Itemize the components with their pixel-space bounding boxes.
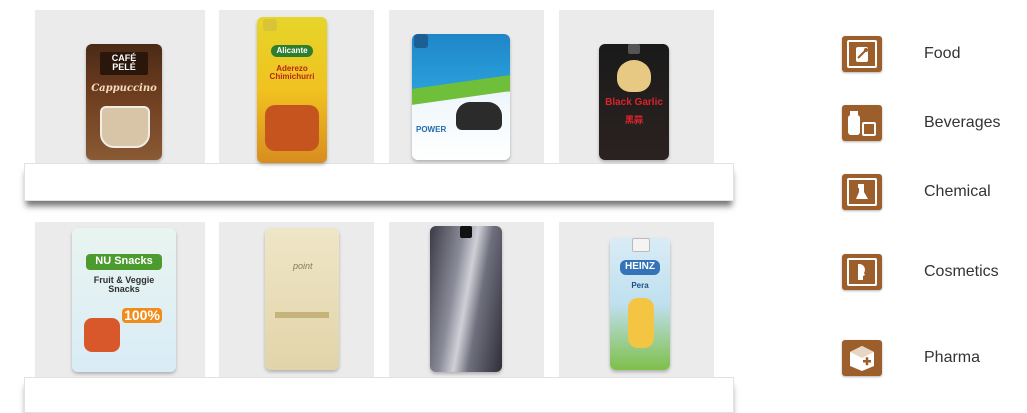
category-item-pharma[interactable]: Pharma <box>842 340 1027 376</box>
product-heinz-baby-pouch[interactable]: HEINZ Pera <box>610 238 670 370</box>
product-brand: Alicante <box>271 45 313 58</box>
label-stripe <box>275 312 329 318</box>
pouch-spout <box>628 44 640 54</box>
product-black-garlic-pouch[interactable]: Black Garlic 黑蒜 <box>599 44 669 160</box>
category-item-chemical[interactable]: Chemical <box>842 174 1027 210</box>
pouch-spout <box>460 226 472 238</box>
product-foil-spout-pouch[interactable] <box>430 226 502 372</box>
category-label: Chemical <box>924 183 991 200</box>
garlic-image <box>617 60 651 92</box>
motorcycle-image <box>456 102 502 130</box>
category-label: Cosmetics <box>924 263 999 280</box>
category-label: Pharma <box>924 349 981 366</box>
pharma-icon <box>842 340 882 376</box>
food-icon <box>842 36 882 72</box>
product-badge: 100% <box>122 308 162 323</box>
product-name: Black Garlic <box>605 97 663 108</box>
product-subtitle: 黑蒜 <box>624 115 643 125</box>
product-name: Fruit & Veggie Snacks <box>93 275 155 295</box>
pouch-spout <box>263 19 277 31</box>
product-nu-snacks-pouch[interactable]: NU Snacks Fruit & Veggie Snacks 100% <box>72 228 176 372</box>
product-shelf: CAFÉ PELÉ Cappuccino Alicante Aderezo Ch… <box>0 0 760 413</box>
top-shelf-board <box>24 163 734 201</box>
beverages-icon <box>842 105 882 141</box>
green-stripe <box>412 75 510 105</box>
pouch-spout <box>632 238 650 252</box>
category-item-beverages[interactable]: Beverages <box>842 105 1027 141</box>
snack-image <box>84 318 120 352</box>
category-label: Beverages <box>924 114 1001 131</box>
product-motor-oil-pouch[interactable]: POWER <box>412 34 510 160</box>
chemical-icon <box>842 174 882 210</box>
product-brand: CAFÉ PELÉ <box>100 52 148 75</box>
category-label: Food <box>924 45 961 62</box>
product-alicante-sauce-pouch[interactable]: Alicante Aderezo Chimichurri <box>257 17 327 163</box>
category-item-cosmetics[interactable]: Cosmetics <box>842 254 1027 290</box>
giraffe-image <box>628 298 654 348</box>
cosmetics-icon <box>842 254 882 290</box>
bottom-shelf-board <box>24 377 734 413</box>
coffee-cup-image <box>100 106 150 148</box>
product-brand: NU Snacks <box>86 254 162 270</box>
product-cream-pouch[interactable]: point <box>265 228 339 370</box>
product-name: Cappuccino <box>91 83 157 94</box>
product-brand: POWER <box>416 125 447 134</box>
product-brand: HEINZ <box>620 260 660 275</box>
product-name: Pera <box>631 281 649 290</box>
product-cafe-pele-pouch[interactable]: CAFÉ PELÉ Cappuccino <box>86 44 162 160</box>
food-image <box>265 105 319 151</box>
product-brand: point <box>293 261 313 271</box>
category-item-food[interactable]: Food <box>842 36 1027 72</box>
pouch-spout <box>414 34 428 48</box>
product-name: Aderezo Chimichurri <box>269 64 315 82</box>
